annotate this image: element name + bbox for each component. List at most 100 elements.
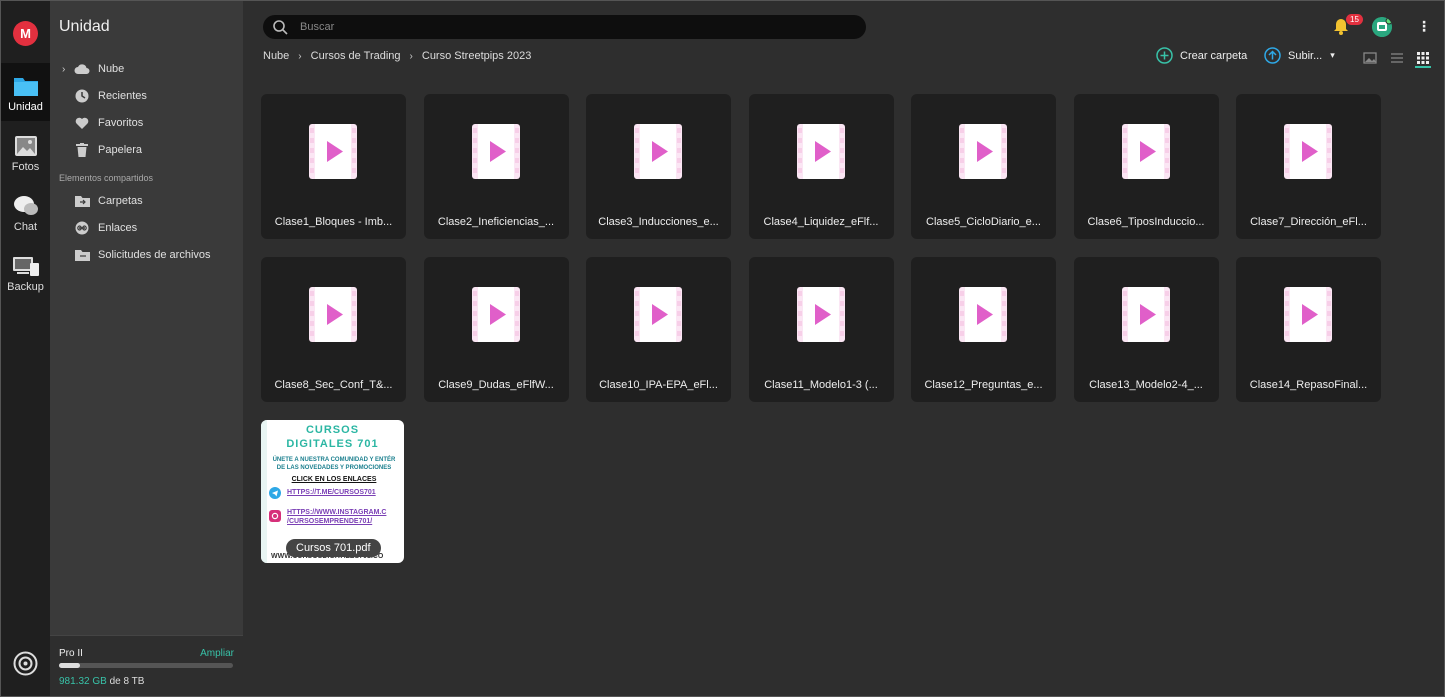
file-tile[interactable]: Clase6_TiposInduccio... — [1073, 94, 1219, 239]
rail-label: Unidad — [8, 101, 43, 113]
sidebar-item-papelera[interactable]: Papelera — [74, 140, 142, 160]
file-tile[interactable]: Clase11_Modelo1-3 (... — [748, 257, 894, 402]
active-view-indicator — [1415, 66, 1431, 68]
pdf-cta: CLICK EN LOS ENLACES — [291, 476, 377, 483]
video-file-icon — [1284, 124, 1332, 179]
sidebar-item-recientes[interactable]: Recientes — [74, 86, 147, 106]
breadcrumb-item[interactable]: Cursos de Trading — [311, 50, 401, 62]
storage-used: 981.32 GB — [59, 676, 107, 687]
file-tile[interactable]: Clase14_RepasoFinal... — [1236, 257, 1381, 402]
file-tile[interactable]: Clase7_Dirección_eFl... — [1236, 94, 1381, 239]
storage-plan: Pro II Ampliar 981.32 GB de 8 TB — [50, 635, 243, 696]
file-tile[interactable]: Clase8_Sec_Conf_T&... — [261, 257, 406, 402]
rail-item-fotos[interactable]: Fotos — [1, 123, 50, 181]
plan-name: Pro II — [59, 648, 83, 659]
chevron-down-icon[interactable]: ▾ — [1330, 50, 1335, 61]
storage-total: de 8 TB — [109, 676, 145, 687]
sidebar-item-favoritos[interactable]: Favoritos — [74, 113, 143, 133]
rail-item-unidad[interactable]: Unidad — [1, 63, 50, 121]
file-name: Clase12_Preguntas_e... — [924, 379, 1043, 391]
file-tile[interactable]: Clase10_IPA-EPA_eFl... — [586, 257, 731, 402]
chat-icon — [13, 196, 38, 215]
transfer-manager-icon[interactable] — [13, 651, 38, 676]
avatar[interactable] — [1372, 17, 1392, 37]
file-tile[interactable]: Clase3_Inducciones_e... — [586, 94, 731, 239]
pdf-title-line2: DIGITALES 701 — [286, 438, 379, 450]
video-file-icon — [634, 124, 682, 179]
list-view-icon[interactable] — [1390, 51, 1404, 65]
app-window: M Unidad Fotos Chat Backup Unidad › Nube — [0, 0, 1445, 697]
chevron-right-icon: › — [298, 50, 302, 62]
rail-label: Backup — [7, 281, 44, 293]
shared-section-label: Elementos compartidos — [59, 173, 154, 183]
plus-circle-icon — [1156, 47, 1173, 64]
folder-icon — [13, 78, 38, 96]
pdf-text-line2: DE LAS NOVEDADES Y PROMOCIONES — [276, 465, 392, 471]
file-tile[interactable]: Clase5_CicloDiario_e... — [911, 94, 1056, 239]
sidebar-item-solicitudes[interactable]: Solicitudes de archivos — [74, 245, 211, 265]
file-tile[interactable]: Clase12_Preguntas_e... — [911, 257, 1056, 402]
breadcrumb: Nube › Cursos de Trading › Curso Streetp… — [263, 50, 531, 62]
file-name: Clase13_Modelo2-4_... — [1089, 379, 1203, 391]
thumbnail-view-icon[interactable] — [1363, 51, 1377, 65]
video-file-icon — [634, 287, 682, 342]
mega-logo[interactable]: M — [13, 21, 38, 46]
file-tile[interactable]: Clase2_Ineficiencias_... — [423, 94, 569, 239]
file-request-icon — [74, 247, 90, 263]
rail-item-chat[interactable]: Chat — [1, 183, 50, 241]
search-icon — [273, 19, 288, 35]
file-name: Clase6_TiposInduccio... — [1087, 216, 1205, 228]
pdf-text-line1: ÚNETE A NUESTRA COMUNIDAD Y ENTÉR — [272, 457, 396, 463]
storage-usage-text: 981.32 GB de 8 TB — [59, 676, 144, 687]
upload-button[interactable]: Subir... ▾ — [1264, 47, 1335, 64]
sidebar-item-label: Carpetas — [98, 195, 143, 207]
search-input[interactable] — [300, 21, 840, 33]
search-bar[interactable] — [263, 15, 866, 39]
file-tile[interactable]: Clase9_Dudas_eFlfW... — [423, 257, 569, 402]
video-file-icon — [1121, 124, 1170, 179]
pdf-link-telegram: HTTPS://T.ME/CURSOS701 — [287, 489, 376, 496]
instagram-icon — [269, 510, 281, 522]
sidebar-item-label: Solicitudes de archivos — [98, 249, 211, 261]
file-name: Clase5_CicloDiario_e... — [926, 216, 1041, 228]
trash-icon — [74, 142, 90, 158]
video-file-icon — [471, 124, 520, 179]
chevron-right-icon: › — [409, 50, 413, 62]
create-folder-label: Crear carpeta — [1180, 49, 1248, 62]
file-tile[interactable]: Clase13_Modelo2-4_... — [1073, 257, 1219, 402]
file-name: Clase11_Modelo1-3 (... — [764, 379, 878, 391]
pdf-link-instagram-1: HTTPS://WWW.INSTAGRAM.C — [287, 509, 387, 516]
breadcrumb-item[interactable]: Nube — [263, 50, 289, 62]
file-name: Clase1_Bloques - Imb... — [274, 216, 393, 228]
grid-view-icon[interactable] — [1416, 51, 1430, 65]
clock-icon — [74, 88, 90, 104]
breadcrumb-item[interactable]: Curso Streetpips 2023 — [422, 50, 531, 62]
upload-icon — [1264, 47, 1281, 64]
sidebar: Unidad › Nube Recientes Favoritos Papele… — [50, 1, 243, 696]
file-name: Clase4_Liquidez_eFlf... — [763, 216, 879, 228]
rail-label: Fotos — [11, 161, 40, 173]
file-tile[interactable]: Clase1_Bloques - Imb... — [261, 94, 406, 239]
sidebar-item-label: Recientes — [98, 90, 147, 102]
sidebar-item-enlaces[interactable]: Enlaces — [74, 218, 137, 238]
file-tile-pdf[interactable]: CURSOS DIGITALES 701 ÚNETE A NUESTRA COM… — [261, 420, 404, 563]
upload-label: Subir... — [1288, 49, 1323, 62]
sidebar-item-carpetas[interactable]: Carpetas — [74, 191, 143, 211]
app-rail: M Unidad Fotos Chat Backup — [1, 1, 50, 696]
video-file-icon — [796, 287, 845, 342]
storage-usage-fill — [59, 663, 80, 668]
file-name: Clase3_Inducciones_e... — [598, 216, 719, 228]
cloud-icon — [74, 61, 90, 77]
upgrade-link[interactable]: Ampliar — [200, 648, 234, 659]
create-folder-button[interactable]: Crear carpeta — [1156, 47, 1247, 64]
photos-icon — [14, 136, 37, 156]
sidebar-item-nube[interactable]: Nube — [74, 59, 124, 79]
file-name: Clase8_Sec_Conf_T&... — [274, 379, 393, 391]
video-file-icon — [471, 287, 520, 342]
file-name: Cursos 701.pdf — [286, 539, 381, 557]
more-menu-icon[interactable]: ⋮ — [1417, 18, 1431, 35]
rail-item-backup[interactable]: Backup — [1, 243, 50, 301]
file-tile[interactable]: Clase4_Liquidez_eFlf... — [748, 94, 894, 239]
expand-chevron-icon[interactable]: › — [62, 64, 65, 75]
file-name: Clase10_IPA-EPA_eFl... — [599, 379, 718, 391]
